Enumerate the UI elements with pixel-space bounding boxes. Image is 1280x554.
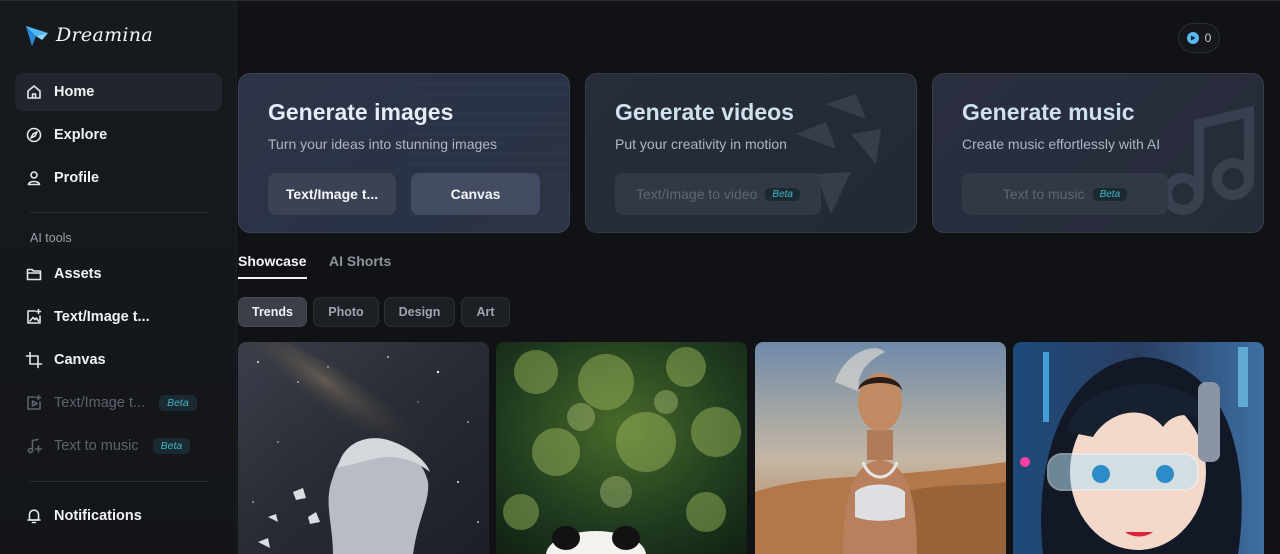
gallery-item-panda-bokeh[interactable]	[496, 342, 747, 554]
sidebar-item-assets[interactable]: Assets	[15, 255, 222, 293]
sidebar-item-label: Explore	[54, 127, 108, 143]
sidebar-item-label: Text to music	[54, 438, 139, 454]
filter-design[interactable]: Design	[384, 297, 455, 327]
generate-music-card[interactable]: Generate music Create music effortlessly…	[932, 73, 1264, 233]
credits-count: 0	[1204, 31, 1212, 45]
music-note-icon	[25, 437, 43, 455]
sidebar-item-explore[interactable]: Explore	[15, 116, 222, 154]
generate-images-card[interactable]: Generate images Turn your ideas into stu…	[238, 73, 570, 233]
active-tab-indicator	[238, 277, 307, 279]
compass-icon	[25, 126, 43, 144]
filter-trends[interactable]: Trends	[238, 297, 307, 327]
card-subtitle: Put your creativity in motion	[615, 136, 787, 152]
credits-button[interactable]: 0	[1178, 23, 1220, 53]
image-sparkle-icon	[25, 308, 43, 326]
cyber-girl-image	[1013, 342, 1264, 554]
card-title: Generate images	[268, 99, 454, 125]
sidebar-item-label: Text/Image t...	[54, 309, 150, 325]
credits-icon	[1186, 32, 1199, 44]
sidebar-divider	[30, 212, 208, 213]
home-icon	[25, 83, 43, 101]
crop-icon	[25, 351, 43, 369]
text-to-music-button[interactable]: Text to music Beta	[962, 173, 1168, 215]
app-window: Dreamina Home Explore Profile AI tools A…	[0, 0, 1280, 554]
sidebar-item-text-image-video[interactable]: Text/Image t... Beta	[15, 384, 222, 422]
beta-badge: Beta	[152, 438, 191, 454]
filter-art[interactable]: Art	[461, 297, 510, 327]
filter-photo[interactable]: Photo	[313, 297, 379, 327]
desert-woman-image	[755, 342, 1006, 554]
sidebar-item-notifications[interactable]: Notifications	[15, 497, 222, 535]
sidebar-item-label: Text/Image t...	[54, 395, 146, 411]
sidebar: Dreamina Home Explore Profile AI tools A…	[0, 1, 237, 554]
sidebar-item-profile[interactable]: Profile	[15, 159, 222, 197]
beta-badge: Beta	[159, 395, 197, 411]
sidebar-item-text-to-music[interactable]: Text to music Beta	[15, 427, 222, 465]
button-label: Text/Image to video	[636, 186, 758, 202]
sidebar-divider	[30, 481, 208, 482]
user-icon	[25, 169, 43, 187]
sidebar-item-label: Notifications	[54, 508, 142, 524]
card-title: Generate music	[962, 99, 1135, 125]
sidebar-item-label: Canvas	[54, 352, 106, 368]
dreamina-logo-icon	[26, 26, 48, 46]
sidebar-item-label: Home	[54, 84, 95, 100]
bell-icon	[25, 507, 43, 525]
generate-videos-card[interactable]: Generate videos Put your creativity in m…	[585, 73, 917, 233]
logo[interactable]: Dreamina	[24, 21, 153, 49]
card-title: Generate videos	[615, 99, 794, 125]
sidebar-item-home[interactable]: Home	[15, 73, 222, 111]
sidebar-item-canvas[interactable]: Canvas	[15, 341, 222, 379]
canvas-button[interactable]: Canvas	[411, 173, 540, 215]
sidebar-item-label: Profile	[54, 170, 100, 186]
statue-space-image	[238, 342, 489, 554]
video-sparkle-icon	[25, 394, 43, 412]
folder-icon	[25, 265, 43, 283]
sidebar-section-label: AI tools	[30, 231, 72, 245]
logo-text: Dreamina	[56, 24, 153, 46]
text-image-button[interactable]: Text/Image t...	[268, 173, 396, 215]
beta-badge: Beta	[765, 187, 800, 201]
beta-badge: Beta	[1092, 187, 1128, 201]
sidebar-item-text-image[interactable]: Text/Image t...	[15, 298, 222, 336]
text-image-to-video-button[interactable]: Text/Image to video Beta	[615, 173, 821, 215]
button-label: Text to music	[1002, 186, 1085, 202]
gallery-item-cyber-girl[interactable]	[1013, 342, 1264, 554]
card-subtitle: Create music effortlessly with AI	[962, 136, 1161, 152]
tab-showcase[interactable]: Showcase	[238, 253, 306, 269]
gallery-item-statue-space[interactable]	[238, 342, 489, 554]
panda-bokeh-image	[496, 342, 747, 554]
card-subtitle: Turn your ideas into stunning images	[268, 136, 498, 152]
sidebar-item-label: Assets	[54, 266, 102, 282]
tab-ai-shorts[interactable]: AI Shorts	[329, 253, 391, 269]
gallery-item-desert-woman[interactable]	[755, 342, 1006, 554]
